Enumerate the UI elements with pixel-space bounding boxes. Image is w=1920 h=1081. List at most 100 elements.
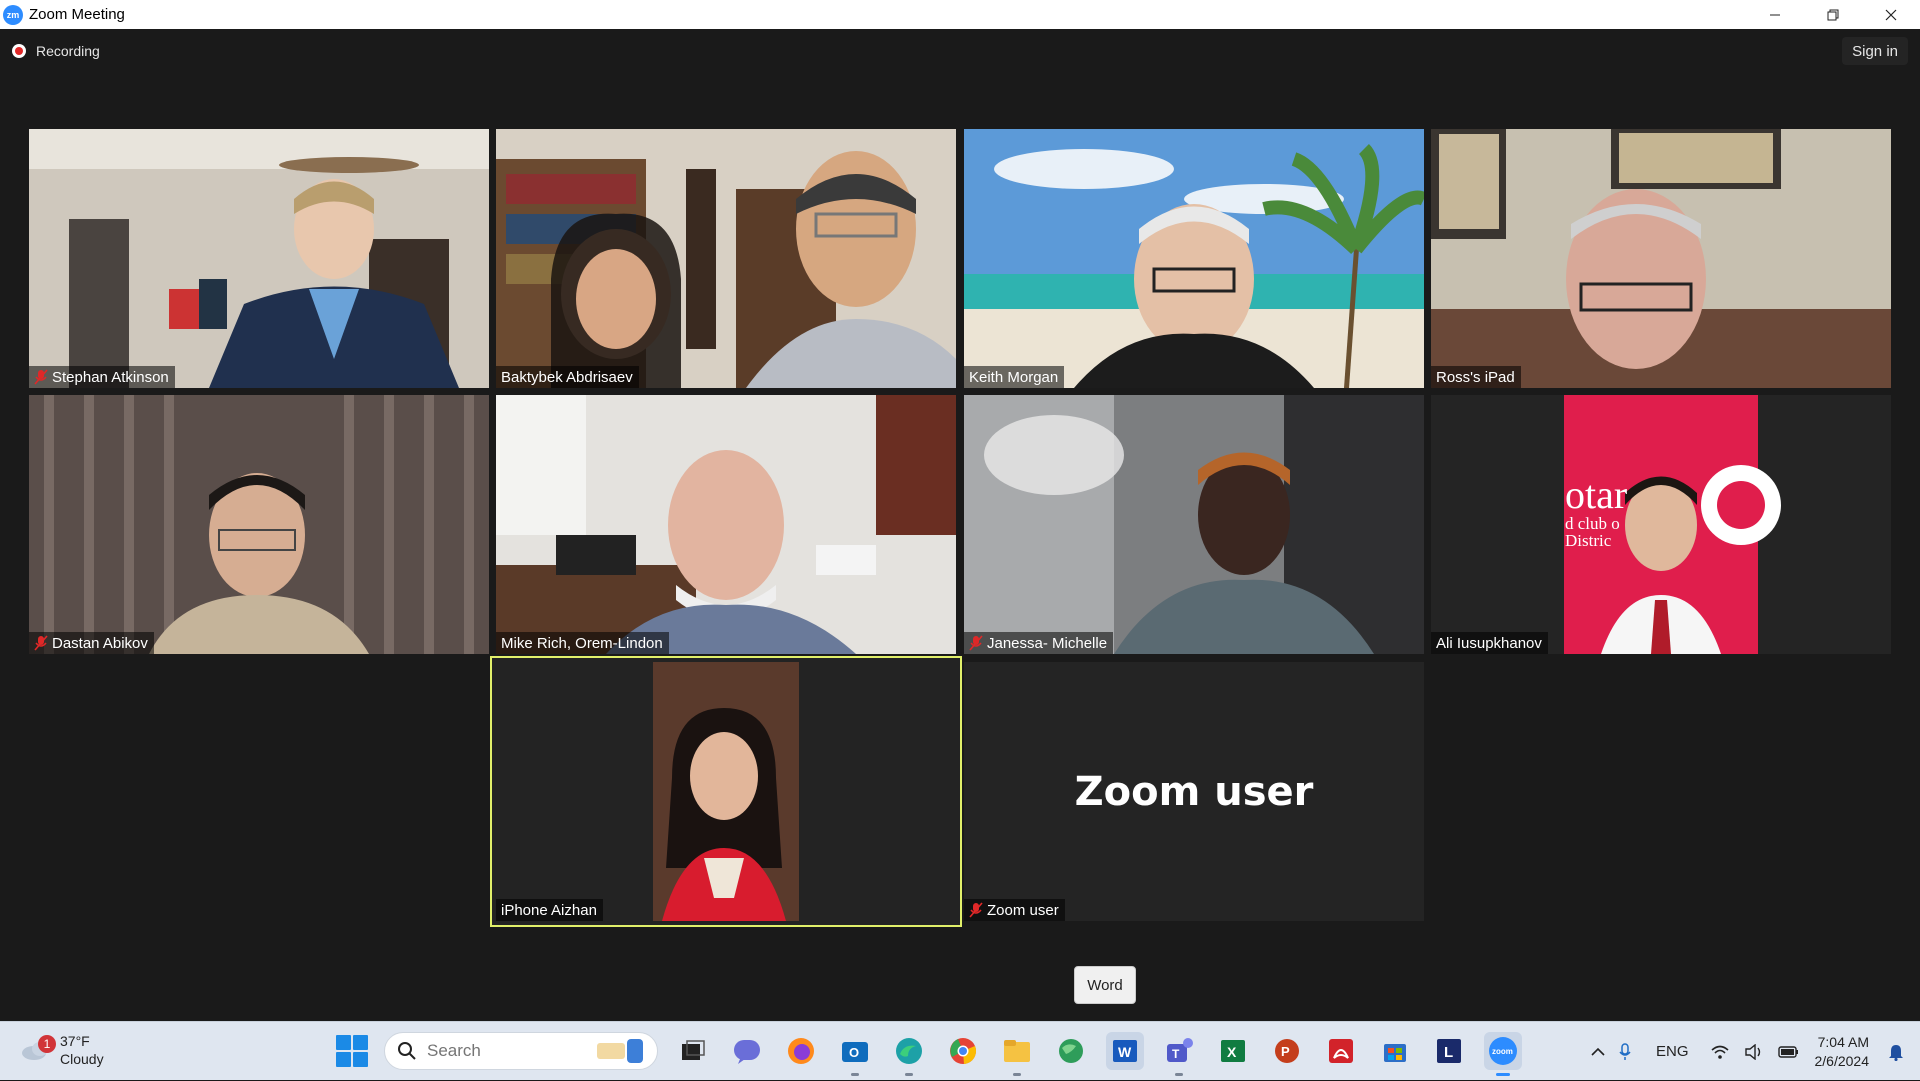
- participant-video: [1431, 395, 1891, 654]
- video-tile[interactable]: Stephan Atkinson: [29, 129, 489, 388]
- taskbar-apps: O W T X P: [336, 1030, 1522, 1076]
- svg-text:zoom: zoom: [1492, 1047, 1513, 1056]
- video-tile[interactable]: Ross's iPad: [1431, 129, 1891, 388]
- volume-icon[interactable]: [1744, 1043, 1764, 1060]
- chevron-up-icon[interactable]: [1591, 1047, 1605, 1057]
- svg-text:L: L: [1444, 1044, 1453, 1061]
- zoom-app-icon: zm: [3, 4, 23, 25]
- minimize-icon: [1770, 14, 1780, 15]
- teams-icon[interactable]: T: [1160, 1032, 1198, 1076]
- globe-icon[interactable]: [1052, 1032, 1090, 1070]
- meeting-area: Recording Sign in Stephan Atkinson Bakty…: [0, 29, 1920, 1021]
- participant-name-tag: Janessa- Michelle: [964, 632, 1114, 654]
- participant-name-tag: Keith Morgan: [964, 366, 1065, 388]
- teams-chat-icon[interactable]: [728, 1032, 766, 1070]
- sign-in-button[interactable]: Sign in: [1842, 37, 1908, 65]
- video-tile[interactable]: Zoom user Zoom user: [964, 662, 1424, 921]
- window-controls: [1746, 0, 1920, 29]
- close-button[interactable]: [1862, 0, 1920, 29]
- powerpoint-icon[interactable]: P: [1268, 1032, 1306, 1070]
- participant-video: [29, 395, 489, 654]
- participant-video: [29, 129, 489, 388]
- participant-name: Keith Morgan: [969, 368, 1059, 386]
- participant-name: Ross's iPad: [1436, 368, 1515, 386]
- svg-text:P: P: [1281, 1044, 1290, 1059]
- recording-icon: [12, 44, 26, 58]
- participant-name: Janessa- Michelle: [987, 634, 1108, 652]
- zoom-icon[interactable]: zoom: [1484, 1032, 1522, 1076]
- recording-label: Recording: [36, 43, 100, 59]
- title-bar: zm Zoom Meeting: [0, 0, 1920, 29]
- chrome-icon[interactable]: [944, 1032, 982, 1070]
- file-explorer-icon[interactable]: [998, 1032, 1036, 1076]
- svg-text:X: X: [1227, 1044, 1237, 1060]
- store-icon[interactable]: [1376, 1032, 1414, 1070]
- participant-name-tag: Zoom user: [964, 899, 1065, 921]
- taskbar-tooltip: Word: [1074, 966, 1136, 1004]
- wifi-icon[interactable]: [1710, 1044, 1730, 1060]
- participant-name-tag: Mike Rich, Orem-Lindon: [496, 632, 669, 654]
- participant-name-tag: Ross's iPad: [1431, 366, 1521, 388]
- weather-badge: 1: [38, 1035, 56, 1053]
- weather-temp: 37°F: [60, 1033, 90, 1049]
- video-tile[interactable]: otar d club o Distric Ali Iusupkhanov: [1431, 395, 1891, 654]
- svg-text:T: T: [1172, 1047, 1180, 1061]
- windows-start-icon[interactable]: [336, 1035, 368, 1067]
- taskbar: 1 37°F Cloudy O: [0, 1021, 1920, 1080]
- participant-name-tag: Stephan Atkinson: [29, 366, 175, 388]
- video-tile[interactable]: Janessa- Michelle: [964, 395, 1424, 654]
- clock[interactable]: 7:04 AM 2/6/2024: [1815, 1033, 1870, 1071]
- l-app-icon[interactable]: L: [1430, 1032, 1468, 1070]
- participant-name: Zoom user: [987, 901, 1059, 919]
- excel-icon[interactable]: X: [1214, 1032, 1252, 1070]
- participant-name: Dastan Abikov: [52, 634, 148, 652]
- language-indicator[interactable]: ENG: [1656, 1043, 1689, 1060]
- video-tile-active-speaker[interactable]: iPhone Aizhan: [490, 656, 962, 927]
- acrobat-icon[interactable]: [1322, 1032, 1360, 1070]
- weather-widget[interactable]: 1 37°F Cloudy: [20, 1032, 104, 1068]
- word-icon[interactable]: W: [1106, 1032, 1144, 1070]
- system-tray: ENG 7:04 AM 2/6/2024: [1584, 1022, 1920, 1081]
- participant-name: Ali Iusupkhanov: [1436, 634, 1542, 652]
- notification-bell-icon[interactable]: [1888, 1043, 1904, 1061]
- microphone-icon[interactable]: [1619, 1042, 1631, 1061]
- restore-button[interactable]: [1804, 0, 1862, 29]
- search-highlight-icon: [597, 1039, 643, 1063]
- recording-indicator[interactable]: Recording: [12, 43, 100, 59]
- taskbar-search[interactable]: [384, 1032, 658, 1070]
- minimize-button[interactable]: [1746, 0, 1804, 29]
- participant-name-tag: Ali Iusupkhanov: [1431, 632, 1548, 654]
- search-input[interactable]: [427, 1041, 577, 1061]
- video-tile[interactable]: Baktybek Abdrisaev: [496, 129, 956, 388]
- svg-text:O: O: [849, 1045, 859, 1060]
- svg-text:W: W: [1118, 1044, 1132, 1060]
- participant-name-tag: Dastan Abikov: [29, 632, 154, 654]
- participant-display-name: Zoom user: [1074, 768, 1314, 815]
- muted-mic-icon: [969, 902, 983, 918]
- cloud-icon: 1: [20, 1035, 56, 1061]
- muted-mic-icon: [34, 369, 48, 385]
- participant-name: Baktybek Abdrisaev: [501, 368, 633, 386]
- task-view-icon[interactable]: [674, 1032, 712, 1070]
- participant-video: [496, 129, 956, 388]
- battery-icon[interactable]: [1777, 1045, 1800, 1059]
- firefox-icon[interactable]: [782, 1032, 820, 1070]
- video-tile[interactable]: Dastan Abikov: [29, 395, 489, 654]
- restore-icon: [1827, 9, 1839, 20]
- muted-mic-icon: [34, 635, 48, 651]
- clock-time: 7:04 AM: [1817, 1033, 1869, 1050]
- participant-name: Stephan Atkinson: [52, 368, 169, 386]
- participant-video: [964, 129, 1424, 388]
- outlook-icon[interactable]: O: [836, 1032, 874, 1076]
- participant-video: [964, 395, 1424, 654]
- muted-mic-icon: [969, 635, 983, 651]
- rotary-banner-text: otar d club o Distric: [1565, 472, 1628, 550]
- video-tile[interactable]: Mike Rich, Orem-Lindon: [496, 395, 956, 654]
- participant-video: [496, 395, 956, 654]
- video-tile[interactable]: Keith Morgan: [964, 129, 1424, 388]
- edge-icon[interactable]: [890, 1032, 928, 1076]
- close-icon: [1885, 9, 1897, 20]
- participant-video: [492, 658, 960, 925]
- weather-condition: Cloudy: [60, 1051, 104, 1067]
- participant-video: [1431, 129, 1891, 388]
